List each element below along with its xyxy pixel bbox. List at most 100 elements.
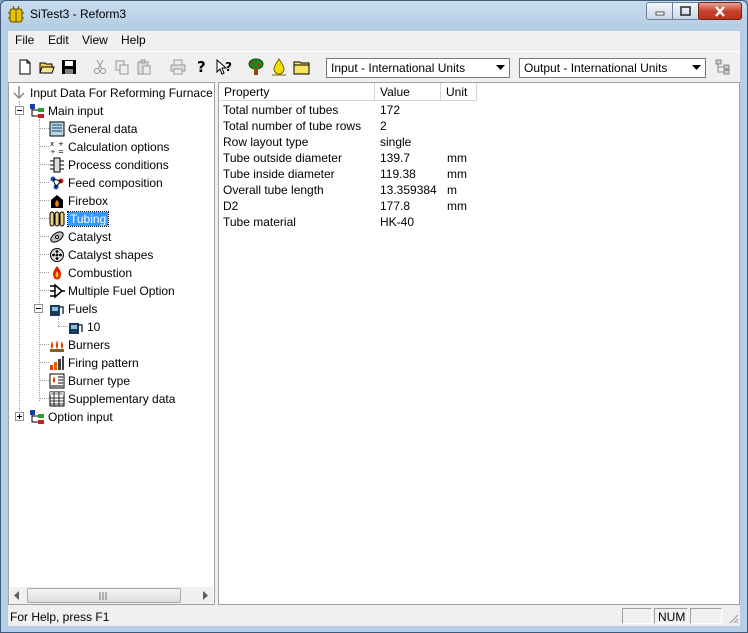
layout-button[interactable]: [713, 57, 733, 77]
menu-bar: File Edit View Help: [8, 31, 740, 51]
scroll-left-icon[interactable]: [12, 590, 22, 604]
tree-item-general-data[interactable]: General data: [49, 120, 137, 138]
menu-edit[interactable]: Edit: [48, 33, 69, 47]
minimize-icon: [655, 11, 664, 16]
tree-item-label: Supplementary data: [68, 392, 176, 406]
minimize-button[interactable]: [646, 2, 673, 20]
input-units-value: Input - International Units: [331, 61, 466, 75]
input-tree[interactable]: Input Data For Reforming Furnace Main in…: [8, 82, 215, 605]
tree-item-feed-composition[interactable]: Feed composition: [49, 174, 163, 192]
help-question-icon: ?: [197, 58, 206, 76]
tree-item-fuels[interactable]: Fuels: [49, 300, 97, 318]
scroll-right-icon[interactable]: [200, 590, 210, 604]
property-name: Tube inside diameter: [223, 167, 335, 181]
burners-icon: [50, 340, 64, 352]
menu-help[interactable]: Help: [121, 33, 146, 47]
output-units-select[interactable]: Output - International Units: [519, 58, 706, 78]
menu-file[interactable]: File: [15, 33, 34, 47]
open-button[interactable]: [37, 57, 57, 77]
column-header-property[interactable]: Property: [219, 83, 375, 101]
title-bar[interactable]: SiTest3 - Reform3: [1, 1, 747, 29]
property-value[interactable]: 2: [380, 119, 387, 133]
input-units-select[interactable]: Input - International Units: [326, 58, 510, 78]
tree-item-label: 10: [87, 320, 101, 334]
tree-item-tubing[interactable]: Tubing: [49, 210, 110, 228]
fuel-item-icon: [69, 323, 83, 334]
close-button[interactable]: [698, 2, 742, 20]
firing-pattern-icon: [50, 356, 64, 370]
combustion-icon: [53, 266, 61, 280]
tree-item-label: Firebox: [68, 194, 109, 208]
property-value[interactable]: 139.7: [380, 151, 410, 165]
fuel-button[interactable]: [269, 57, 289, 77]
multiple-fuel-icon: [50, 283, 65, 299]
property-value[interactable]: 13.359384: [380, 183, 437, 197]
tree-item-multiple-fuel-option[interactable]: Multiple Fuel Option: [49, 282, 175, 300]
tree-root[interactable]: Input Data For Reforming Furnace: [11, 84, 213, 102]
property-name: Overall tube length: [223, 183, 324, 197]
context-help-button[interactable]: ?: [215, 57, 235, 77]
svg-text:?: ?: [197, 58, 206, 76]
folder-open-icon: [293, 61, 310, 75]
chevron-down-icon[interactable]: [492, 60, 508, 76]
svg-text:=: =: [58, 148, 64, 155]
status-pane-caps: [622, 608, 652, 624]
copy-button[interactable]: [112, 57, 132, 77]
tree-node-option-input[interactable]: Option input: [29, 408, 113, 426]
property-name: D2: [223, 199, 239, 213]
tree-item-label: Combustion: [68, 266, 133, 280]
menu-view[interactable]: View: [82, 33, 108, 47]
about-button[interactable]: ?: [192, 57, 212, 77]
new-button[interactable]: [15, 57, 35, 77]
tree-item-firebox[interactable]: Firebox: [49, 192, 108, 210]
catalyst-shapes-icon: [50, 248, 64, 262]
property-value[interactable]: single: [380, 135, 411, 149]
tree-item-burner-type[interactable]: Burner type: [49, 372, 130, 390]
tree-item-process-conditions[interactable]: Process conditions: [49, 156, 169, 174]
tree-item-catalyst-shapes[interactable]: Catalyst shapes: [49, 246, 153, 264]
status-bar: For Help, press F1 NUM: [8, 606, 740, 626]
property-value[interactable]: HK-40: [380, 215, 414, 229]
tree-item-firing-pattern[interactable]: Firing pattern: [49, 354, 139, 372]
process-conditions-icon: [50, 157, 64, 173]
paste-button[interactable]: [134, 57, 154, 77]
tree-item-fuel-10[interactable]: 10: [68, 318, 100, 336]
tree-item-label: Feed composition: [68, 176, 163, 190]
property-value[interactable]: 177.8: [380, 199, 410, 213]
chevron-down-icon[interactable]: [688, 60, 704, 76]
cut-button[interactable]: [90, 57, 110, 77]
main-input-icon: [30, 104, 44, 118]
print-button[interactable]: [168, 57, 188, 77]
tree-item-catalyst[interactable]: Catalyst: [49, 228, 111, 246]
tree-item-combustion[interactable]: Combustion: [49, 264, 132, 282]
maximize-button[interactable]: [672, 2, 699, 20]
property-grid[interactable]: Property Value Unit Total number of tube…: [218, 82, 740, 605]
tree-item-supplementary-data[interactable]: Supplementary data: [49, 390, 175, 408]
paste-icon: [137, 59, 151, 75]
tree-item-label: Fuels: [68, 302, 98, 316]
expand-main-input[interactable]: [15, 106, 24, 115]
expand-fuels[interactable]: [34, 304, 43, 313]
new-document-icon: [19, 59, 31, 75]
property-name: Total number of tube rows: [223, 119, 362, 133]
folder-button[interactable]: [292, 57, 312, 77]
expand-option-input[interactable]: [15, 412, 24, 421]
svg-text:?: ?: [225, 60, 232, 74]
property-unit: m: [447, 183, 457, 197]
property-value[interactable]: 119.38: [380, 167, 416, 181]
tree-view-button[interactable]: [246, 57, 266, 77]
tree-item-burners[interactable]: Burners: [49, 336, 110, 354]
scroll-thumb[interactable]: [27, 588, 181, 603]
resize-grip-icon[interactable]: [727, 612, 739, 624]
property-value[interactable]: 172: [380, 103, 400, 117]
tree-item-calculation-options[interactable]: x + ÷ = Calculation options: [49, 138, 169, 156]
column-header-unit[interactable]: Unit: [441, 83, 477, 101]
save-button[interactable]: [59, 57, 79, 77]
tree-horizontal-scrollbar[interactable]: [10, 587, 213, 604]
open-folder-icon: [39, 62, 55, 74]
column-header-value[interactable]: Value: [375, 83, 441, 101]
tree-node-main-input[interactable]: Main input: [29, 102, 103, 120]
property-unit: mm: [447, 151, 467, 165]
cut-scissors-icon: [94, 59, 106, 74]
tree-item-label: Calculation options: [68, 140, 170, 154]
